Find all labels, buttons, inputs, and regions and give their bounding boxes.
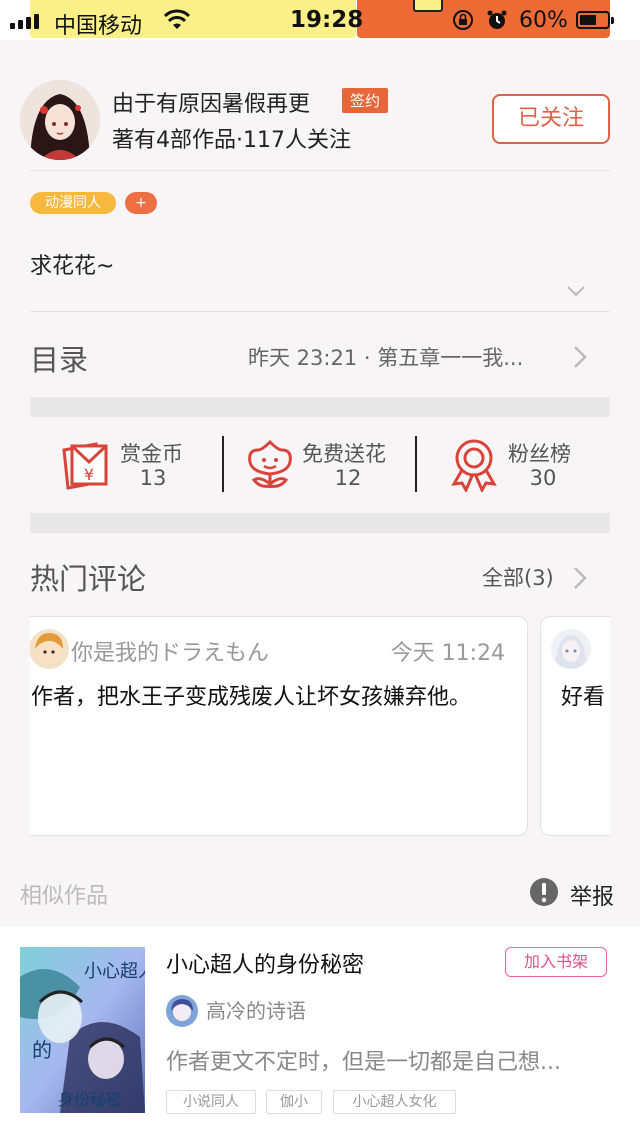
add-to-shelf-button[interactable]: 加入书架 xyxy=(505,947,607,977)
divider xyxy=(415,436,417,492)
cover-title-text: 的 xyxy=(32,1038,52,1062)
commenter-avatar[interactable] xyxy=(30,629,69,669)
divider xyxy=(222,436,224,492)
toc-latest-chapter[interactable]: 昨天 23:21 · 第五章一一我... xyxy=(248,342,568,372)
send-flower-count: 12 xyxy=(334,466,362,490)
book-tag[interactable]: 伽小 xyxy=(266,1090,322,1114)
chevron-right-icon[interactable] xyxy=(573,345,587,369)
book-title[interactable]: 小心超人的身份秘密 xyxy=(166,947,364,979)
author-avatar[interactable] xyxy=(20,80,100,160)
rotation-lock-icon xyxy=(453,10,473,30)
toc-title[interactable]: 目录 xyxy=(30,337,88,379)
reward-coins-label: 赏金币 xyxy=(120,442,183,466)
book-tag[interactable]: 小心超人女化 xyxy=(333,1090,456,1114)
follow-button[interactable]: 已关注 xyxy=(492,94,610,144)
all-comments-link[interactable]: 全部(3) xyxy=(482,562,554,592)
author-name[interactable]: 由于有原因暑假再更 xyxy=(112,86,310,118)
section-separator xyxy=(30,513,610,533)
reward-coins-button[interactable]: ¥ 赏金币 13 xyxy=(58,430,198,500)
battery-percentage: 60% xyxy=(519,8,568,33)
book-cover[interactable]: 小心超人 的 身份秘密 xyxy=(20,947,145,1113)
add-tag-button[interactable]: + xyxy=(125,192,157,214)
similar-works-title: 相似作品 xyxy=(20,884,109,909)
report-button[interactable]: 举报 xyxy=(570,879,614,911)
clock: 19:28 xyxy=(290,7,364,33)
cover-title-text: 身份秘密 xyxy=(58,1090,122,1109)
status-bar: 中国移动 19:28 60% xyxy=(0,0,640,40)
fan-ranking-button[interactable]: 粉丝榜 30 xyxy=(446,430,586,500)
comment-time: 今天 11:24 xyxy=(390,641,505,666)
commenter-avatar[interactable] xyxy=(551,629,591,669)
battery-icon xyxy=(576,11,614,29)
fan-ranking-label: 粉丝榜 xyxy=(508,442,571,466)
hot-comments-title: 热门评论 xyxy=(30,562,147,596)
send-flower-button[interactable]: 免费送花 12 xyxy=(242,430,402,500)
divider xyxy=(30,170,610,171)
wifi-icon xyxy=(164,9,190,29)
comment-card[interactable]: 你是我的ドラえもん 今天 11:24 作者，把水王子变成残废人让坏女孩嫌弃他。 xyxy=(30,616,528,836)
book-author-avatar[interactable] xyxy=(166,995,198,1027)
comment-card[interactable]: 好看 xyxy=(540,616,610,836)
report-icon[interactable] xyxy=(529,877,559,907)
author-stats: 著有4部作品·117人关注 xyxy=(112,128,351,153)
author-header: 由于有原因暑假再更 签约 著有4部作品·117人关注 已关注 xyxy=(0,40,640,170)
fan-ranking-count: 30 xyxy=(529,466,557,490)
chevron-down-icon[interactable] xyxy=(566,284,586,298)
signed-badge: 签约 xyxy=(342,88,389,113)
red-envelope-icon: ¥ xyxy=(62,442,108,490)
tag-anime-fanfic[interactable]: 动漫同人 xyxy=(30,192,116,214)
chevron-right-icon[interactable] xyxy=(573,566,587,590)
alarm-icon xyxy=(487,10,507,29)
carrier-name: 中国移动 xyxy=(54,14,143,39)
medal-icon xyxy=(451,439,497,492)
comments-carousel[interactable]: 你是我的ドラえもん 今天 11:24 作者，把水王子变成残废人让坏女孩嫌弃他。 … xyxy=(30,616,610,838)
reward-coins-count: 13 xyxy=(139,466,167,490)
work-description: 求花花~ xyxy=(30,254,115,279)
commenter-name[interactable]: 你是我的ドラえもん xyxy=(71,635,269,667)
comment-text: 作者，把水王子变成残废人让坏女孩嫌弃他。 xyxy=(31,685,472,710)
cover-title-text: 小心超人 xyxy=(84,961,145,982)
book-description: 作者更文不定时，但是一切都是自己想... xyxy=(166,1050,561,1075)
flower-icon xyxy=(248,439,292,488)
svg-text:¥: ¥ xyxy=(84,465,94,484)
comment-text: 好看 xyxy=(561,685,606,710)
section-separator xyxy=(30,397,610,417)
book-tag[interactable]: 小说同人 xyxy=(166,1090,256,1114)
book-author-name[interactable]: 高冷的诗语 xyxy=(206,995,306,1024)
divider xyxy=(30,311,610,312)
signal-strength-icon xyxy=(10,14,39,29)
send-flower-label: 免费送花 xyxy=(302,442,386,466)
similar-book-card[interactable]: 小心超人 的 身份秘密 小心超人的身份秘密 加入书架 高冷的诗语 作者更文不定时… xyxy=(0,927,640,1136)
